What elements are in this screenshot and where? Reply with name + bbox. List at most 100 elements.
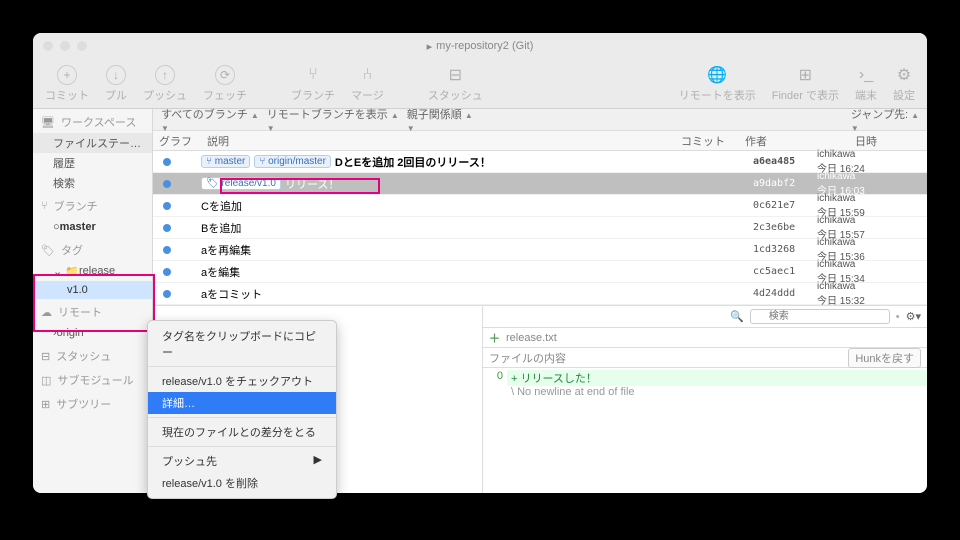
hunk-label: ファイルの内容 — [489, 350, 566, 366]
context-menu: タグ名をクリップボードにコピー release/v1.0 をチェックアウト 詳細… — [147, 320, 337, 499]
menu-copy-tag[interactable]: タグ名をクリップボードにコピー — [148, 325, 336, 363]
sidebar-tag-v1[interactable]: v1.0 — [33, 281, 152, 299]
commit-hash: 4d24ddd — [753, 288, 817, 299]
commit-row[interactable]: ⑂ master⑂ origin/masterDとEを追加 2回目のリリース！ … — [153, 151, 927, 173]
pull-button[interactable]: ↓プル — [105, 65, 127, 103]
filter-order[interactable]: 親子関係順 ▲▼ — [407, 106, 473, 134]
menu-diff[interactable]: 現在のファイルとの差分をとる — [148, 421, 336, 443]
commit-row[interactable]: aを再編集 1cd3268 ichikawa 今日 15:36 — [153, 239, 927, 261]
sidebar: 🖥ワークスペース ファイルステー… 履歴 検索 ⑂ブランチ ○ master 🏷… — [33, 109, 153, 493]
sidebar-remote-header[interactable]: ☁リモート — [33, 299, 152, 323]
commit-hash: a6ea485 — [753, 156, 817, 167]
stash-button[interactable]: ⊟スタッシュ — [428, 65, 483, 103]
graph-dot — [163, 290, 171, 298]
sidebar-tag-header[interactable]: 🏷タグ — [33, 237, 152, 261]
sidebar-branch-header[interactable]: ⑂ブランチ — [33, 193, 152, 217]
graph-dot — [163, 268, 171, 276]
show-remote-button[interactable]: 🌐リモートを表示 — [679, 65, 756, 103]
sidebar-branch-master[interactable]: ○ master — [33, 217, 152, 237]
tag-icon: 🏷 — [41, 244, 55, 257]
merge-button[interactable]: ⑃マージ — [351, 65, 384, 103]
fetch-button[interactable]: ⟳フェッチ — [203, 65, 247, 103]
gear-icon[interactable]: ⚙▾ — [906, 310, 921, 323]
folder-icon: ▸ — [427, 40, 433, 53]
commit-row[interactable]: Bを追加 2c3e6be ichikawa 今日 15:57 — [153, 217, 927, 239]
terminal-button[interactable]: ›_端末 — [855, 65, 877, 103]
window-controls[interactable] — [43, 41, 87, 51]
monitor-icon: 🖥 — [41, 116, 55, 129]
menu-delete[interactable]: release/v1.0 を削除 — [148, 472, 336, 494]
commit-button[interactable]: +コミット — [45, 65, 89, 103]
file-header[interactable]: ＋ release.txt — [483, 328, 927, 348]
graph-dot — [163, 180, 171, 188]
graph-dot — [163, 158, 171, 166]
ref-badge: ⑂ origin/master — [254, 155, 331, 168]
commit-message: Cを追加 — [201, 198, 242, 214]
column-headers: グラフ 説明 コミット 作者 日時 — [153, 131, 927, 151]
commit-message: DとEを追加 2回目のリリース！ — [335, 154, 491, 170]
submodule-icon: ◫ — [41, 374, 51, 387]
jump-to[interactable]: ジャンプ先: ▲▼ — [851, 106, 919, 134]
commit-hash: 0c621e7 — [753, 200, 817, 211]
show-finder-button[interactable]: ⊞Finder で表示 — [772, 65, 839, 103]
commit-row[interactable]: aを編集 cc5aec1 ichikawa 今日 15:34 — [153, 261, 927, 283]
graph-dot — [163, 224, 171, 232]
ref-badge: 🏷 release/v1.0 — [201, 177, 281, 190]
file-name: release.txt — [506, 332, 557, 344]
subtree-icon: ⊞ — [41, 398, 50, 411]
toolbar: +コミット ↓プル ↑プッシュ ⟳フェッチ ⑂ブランチ ⑃マージ ⊟スタッシュ … — [33, 59, 927, 109]
commit-row[interactable]: 🏷 release/v1.0リリース！ a9dabf2 ichikawa 今日 … — [153, 173, 927, 195]
col-commit[interactable]: コミット — [681, 133, 745, 149]
cloud-icon: ☁ — [41, 306, 52, 319]
commit-hash: 2c3e6be — [753, 222, 817, 233]
commit-message: aをコミット — [201, 286, 262, 302]
added-icon: ＋ — [489, 330, 500, 346]
window-title: my-repository2 (Git) — [436, 40, 533, 52]
sidebar-subtree-header[interactable]: ⊞サブツリー — [33, 391, 152, 415]
graph-dot — [163, 202, 171, 210]
filter-all-branches[interactable]: すべてのブランチ ▲▼ — [161, 106, 259, 134]
branch-icon: ⑂ — [41, 200, 48, 212]
chevron-right-icon: ▶ — [314, 453, 322, 469]
sidebar-submodule-header[interactable]: ◫サブモジュール — [33, 367, 152, 391]
branch-button[interactable]: ⑂ブランチ — [291, 65, 335, 103]
menu-checkout[interactable]: release/v1.0 をチェックアウト — [148, 370, 336, 392]
commit-row[interactable]: aをコミット 4d24ddd ichikawa 今日 15:32 — [153, 283, 927, 305]
sidebar-tag-release[interactable]: ⌄ 📁 release — [33, 261, 152, 281]
commit-hash: a9dabf2 — [753, 178, 817, 189]
commit-hash: 1cd3268 — [753, 244, 817, 255]
commit-row[interactable]: Cを追加 0c621e7 ichikawa 今日 15:59 — [153, 195, 927, 217]
filter-bar: すべてのブランチ ▲▼ リモートブランチを表示 ▲▼ 親子関係順 ▲▼ ジャンプ… — [153, 109, 927, 131]
filter-show-remote[interactable]: リモートブランチを表示 ▲▼ — [267, 106, 399, 134]
commit-hash: cc5aec1 — [753, 266, 817, 277]
menu-details[interactable]: 詳細… — [148, 392, 336, 414]
sidebar-history[interactable]: 履歴 — [33, 153, 152, 173]
search-input[interactable] — [750, 309, 890, 324]
col-graph[interactable]: グラフ — [153, 133, 201, 149]
sidebar-workspace-header[interactable]: 🖥ワークスペース — [33, 109, 152, 133]
stash-icon: ⊟ — [41, 350, 50, 363]
diff-added-line: + リリースした！ — [507, 370, 927, 386]
sidebar-search[interactable]: 検索 — [33, 173, 152, 193]
diff-view: 0+ リリースした！ \ No newline at end of file — [483, 368, 927, 400]
ref-badge: ⑂ master — [201, 155, 250, 168]
commit-list: ⑂ master⑂ origin/masterDとEを追加 2回目のリリース！ … — [153, 151, 927, 305]
push-button[interactable]: ↑プッシュ — [143, 65, 187, 103]
commit-message: リリース！ — [285, 176, 339, 192]
bullet-icon[interactable]: • — [896, 311, 900, 323]
col-desc[interactable]: 説明 — [201, 133, 681, 149]
settings-button[interactable]: ⚙設定 — [893, 65, 915, 103]
col-date[interactable]: 日時 — [855, 133, 927, 149]
line-number: 0 — [483, 370, 507, 386]
diff-meta-line: \ No newline at end of file — [507, 386, 927, 398]
revert-hunk-button[interactable]: Hunkを戻す — [848, 348, 921, 368]
sidebar-stash-header[interactable]: ⊟スタッシュ — [33, 343, 152, 367]
sidebar-filestatus[interactable]: ファイルステー… — [33, 133, 152, 153]
sidebar-remote-origin[interactable]: › origin — [33, 323, 152, 343]
commit-message: aを再編集 — [201, 242, 251, 258]
commit-author: ichikawa 今日 15:32 — [817, 280, 927, 307]
commit-message: Bを追加 — [201, 220, 241, 236]
menu-push[interactable]: プッシュ先▶ — [148, 450, 336, 472]
search-icon: 🔍 — [730, 310, 744, 323]
col-author[interactable]: 作者 — [745, 133, 855, 149]
